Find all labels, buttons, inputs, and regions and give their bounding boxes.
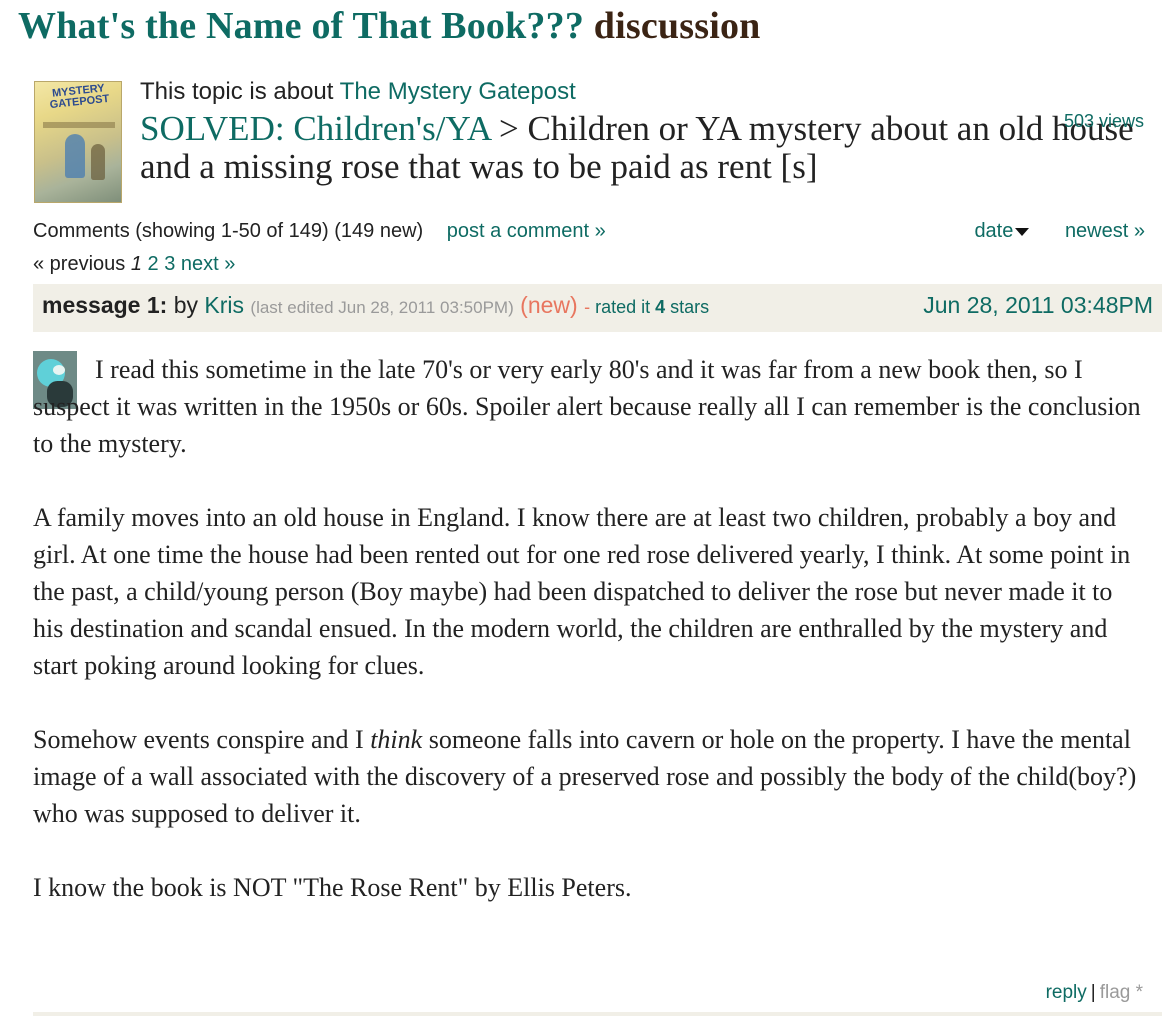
sort-date-dropdown[interactable]: date bbox=[974, 220, 1030, 242]
rating-note: - rated it 4 stars bbox=[584, 297, 710, 317]
pager-next[interactable]: next » bbox=[181, 253, 235, 275]
message-actions: reply | flag * bbox=[1046, 982, 1143, 1004]
post-comment-link[interactable]: post a comment » bbox=[447, 220, 606, 242]
action-separator: | bbox=[1090, 982, 1096, 1003]
view-count: 503 views bbox=[1063, 111, 1144, 131]
pager-current-page: 1 bbox=[130, 253, 142, 275]
message-paragraph: A family moves into an old house in Engl… bbox=[33, 503, 1131, 680]
message-paragraph: Somehow events conspire and I think some… bbox=[33, 725, 1137, 828]
reply-link[interactable]: reply bbox=[1046, 982, 1087, 1003]
pager-page-3[interactable]: 3 bbox=[164, 253, 175, 275]
book-cover-title: MYSTERY GATEPOST bbox=[49, 82, 110, 112]
message-number: message 1: bbox=[42, 292, 168, 318]
flag-link[interactable]: flag * bbox=[1100, 982, 1143, 1003]
message-header: message 1: by Kris (last edited Jun 28, … bbox=[33, 284, 1162, 332]
pagination: « previous 1 2 3 next » bbox=[33, 253, 235, 276]
caret-down-icon bbox=[1015, 227, 1030, 236]
message-date-link[interactable]: Jun 28, 2011 03:48PM bbox=[923, 292, 1153, 319]
topic-about-prefix: This topic is about bbox=[140, 78, 334, 105]
comments-summary: Comments (showing 1-50 of 149) (149 new) bbox=[33, 220, 424, 242]
message-paragraph: I read this sometime in the late 70's or… bbox=[33, 355, 1141, 458]
message-body: I read this sometime in the late 70's or… bbox=[33, 351, 1148, 943]
author-link[interactable]: Kris bbox=[204, 292, 244, 318]
book-title-link[interactable]: The Mystery Gatepost bbox=[340, 78, 576, 105]
book-cover-image[interactable]: MYSTERY GATEPOST bbox=[34, 81, 122, 203]
message-by: by bbox=[173, 292, 198, 318]
breadcrumb-separator: > bbox=[498, 109, 519, 148]
group-title: What's the Name of That Book??? discussi… bbox=[18, 4, 761, 48]
pager-previous: « previous bbox=[33, 253, 126, 275]
group-name-link[interactable]: What's the Name of That Book??? bbox=[18, 5, 584, 47]
new-badge: (new) bbox=[520, 292, 578, 318]
edited-note: (last edited Jun 28, 2011 03:50PM) bbox=[250, 298, 514, 317]
pager-page-2[interactable]: 2 bbox=[148, 253, 159, 275]
message-divider bbox=[33, 1012, 1162, 1016]
folder-link[interactable]: SOLVED: Children's/YA bbox=[140, 109, 490, 148]
group-title-suffix: discussion bbox=[593, 5, 761, 47]
newest-link[interactable]: newest » bbox=[1065, 220, 1145, 242]
topic-heading: SOLVED: Children's/YA > Children or YA m… bbox=[140, 110, 1150, 186]
message-paragraph: I know the book is NOT "The Rose Rent" b… bbox=[33, 873, 632, 902]
topic-about-line: This topic is about The Mystery Gatepost bbox=[140, 78, 576, 106]
sort-controls: date newest » bbox=[974, 220, 1145, 243]
